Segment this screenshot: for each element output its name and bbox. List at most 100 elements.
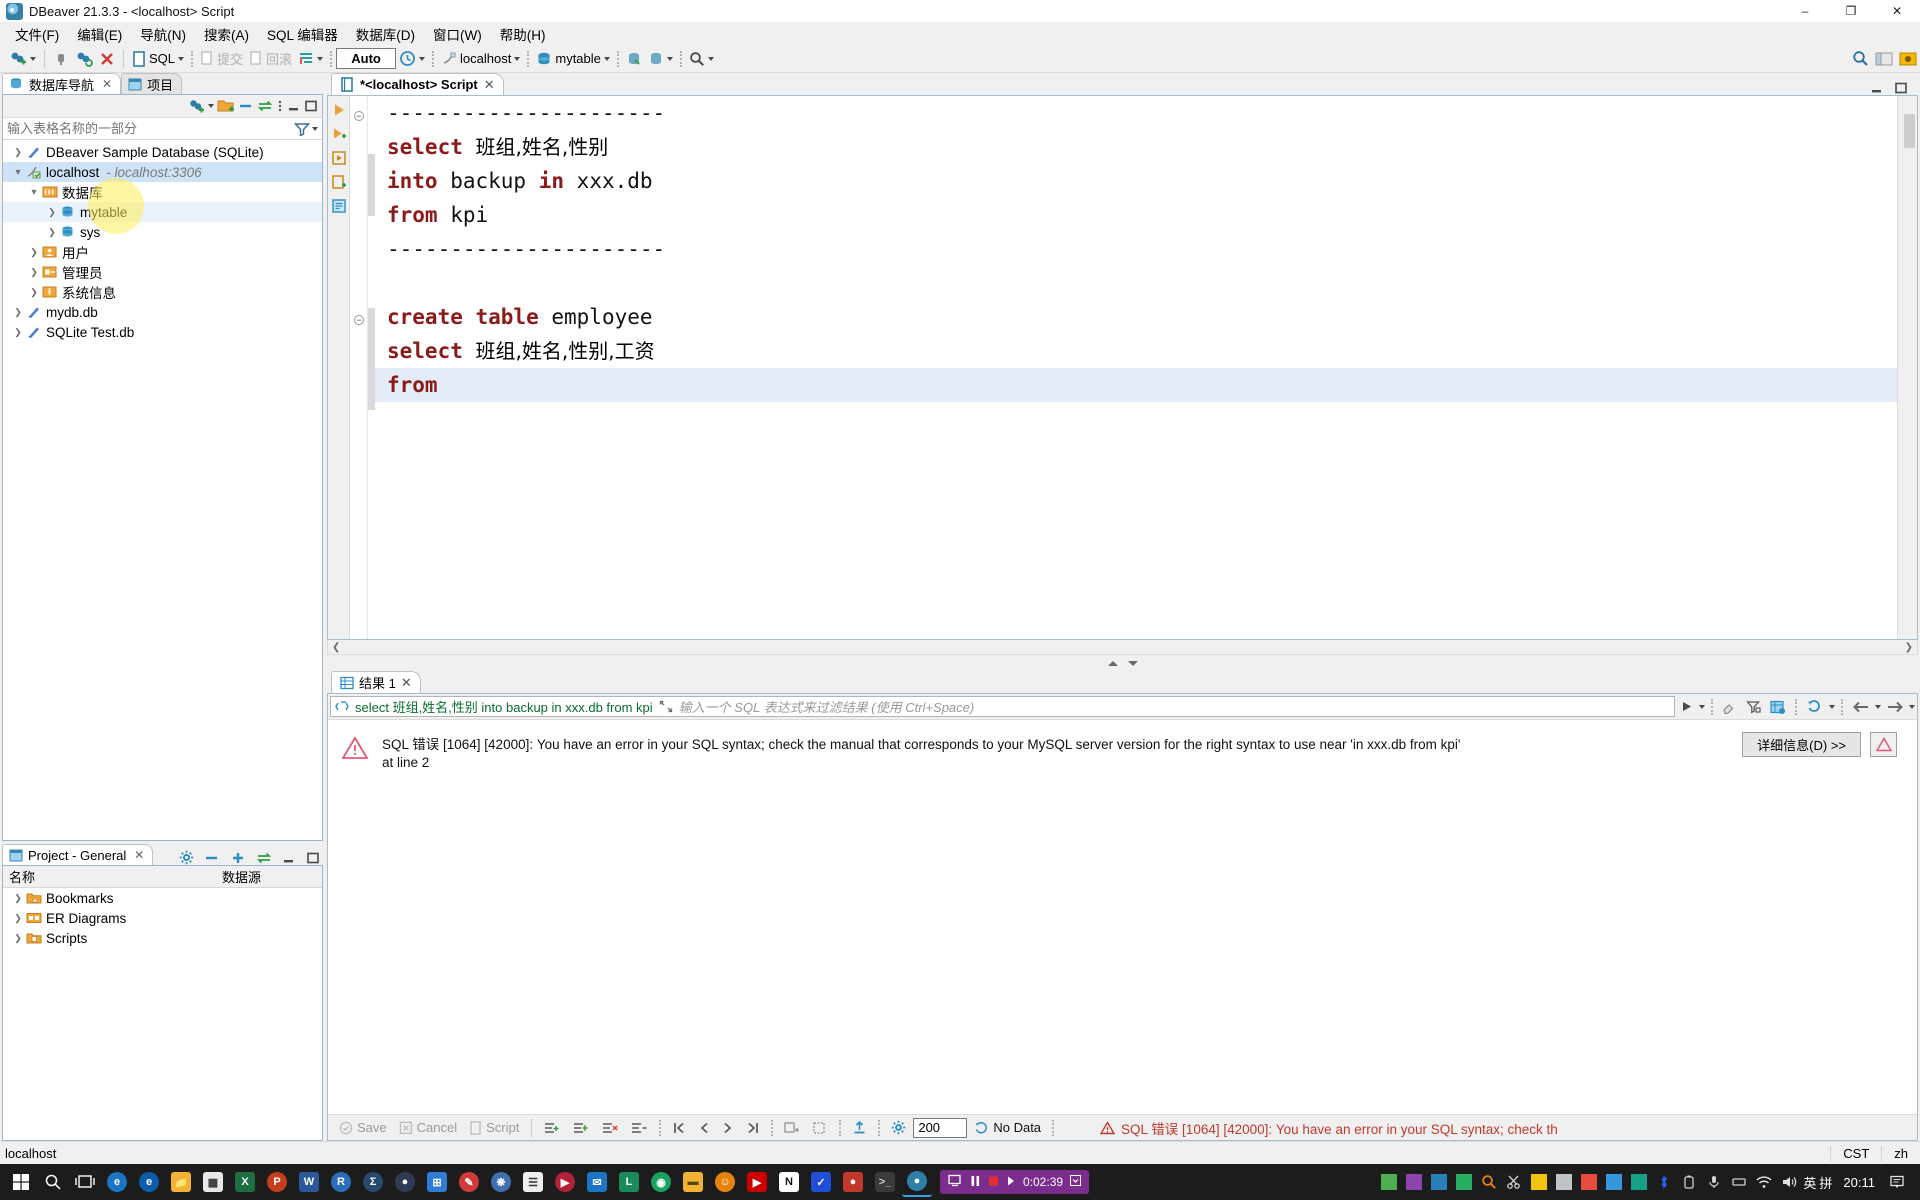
auto-commit-select[interactable]: Auto <box>336 48 397 69</box>
scrollbar-thumb[interactable] <box>1904 114 1915 148</box>
expand-arrow-icon[interactable] <box>11 147 25 158</box>
expand-arrow-icon[interactable] <box>27 267 41 278</box>
add-icon[interactable] <box>230 851 246 865</box>
notification-icon[interactable] <box>1886 1171 1908 1193</box>
back-arrow-icon[interactable] <box>1852 700 1870 714</box>
chevron-down-icon[interactable] <box>1829 704 1835 709</box>
chevron-down-icon[interactable] <box>1070 1175 1082 1189</box>
transaction-log-button[interactable] <box>396 47 428 71</box>
tree-item-sys[interactable]: sys <box>3 222 322 242</box>
tree-item-administrators[interactable]: 管理员 <box>3 262 322 282</box>
row-limit-input[interactable]: 200 <box>913 1117 968 1138</box>
execute-statement-icon[interactable] <box>331 102 347 118</box>
chevron-down-icon[interactable] <box>603 56 610 61</box>
sql-code-area[interactable]: ---------------------- select 班组,姓名,性别 i… <box>375 96 1897 639</box>
windows-start-icon[interactable] <box>6 1167 36 1197</box>
tree-item-databases[interactable]: 数据库 <box>3 182 322 202</box>
duplicate-row-button[interactable] <box>568 1121 595 1135</box>
link-with-editor-icon[interactable] <box>257 99 273 113</box>
menu-sql-editor[interactable]: SQL 编辑器 <box>258 22 347 46</box>
code-line[interactable] <box>375 266 1897 300</box>
wechat-dev-icon[interactable]: ● <box>838 1167 868 1197</box>
explain-plan-icon[interactable] <box>331 198 347 214</box>
tray-search-icon[interactable] <box>1478 1171 1500 1193</box>
stop-icon[interactable] <box>988 1175 999 1190</box>
code-line[interactable]: into backup in xxx.db <box>375 164 1897 198</box>
tree-item-mydb[interactable]: mydb.db <box>3 302 322 322</box>
tray-globe-icon[interactable] <box>1428 1171 1450 1193</box>
view-menu-icon[interactable] <box>276 98 284 114</box>
fold-marker-icon[interactable]: − <box>354 315 364 325</box>
chevron-down-icon[interactable] <box>30 56 36 61</box>
menu-file[interactable]: 文件(F) <box>6 22 68 46</box>
expand-arrow-icon[interactable] <box>11 893 25 904</box>
task-view-icon[interactable] <box>70 1167 100 1197</box>
dbeaver-taskbar-icon[interactable]: ● <box>902 1167 932 1197</box>
tray-bluetooth-icon[interactable] <box>1653 1171 1675 1193</box>
code-line[interactable]: create table employee <box>375 300 1897 334</box>
editor-vertical-scrollbar[interactable] <box>1902 96 1917 639</box>
results-settings-button[interactable] <box>886 1120 911 1135</box>
expand-arrow-icon[interactable] <box>27 287 41 298</box>
forward-arrow-icon[interactable] <box>1886 700 1904 714</box>
filter-sql-icon[interactable] <box>335 700 349 713</box>
excel-icon[interactable]: X <box>230 1167 260 1197</box>
disconnect-button[interactable] <box>50 47 72 71</box>
tree-item-system-info[interactable]: 系统信息 <box>3 282 322 302</box>
filter-input[interactable]: select 班组,姓名,性别 into backup in xxx.db fr… <box>330 696 1675 717</box>
menu-help[interactable]: 帮助(H) <box>491 22 555 46</box>
apply-filter-icon[interactable] <box>1680 700 1694 713</box>
close-button[interactable]: ✕ <box>1874 0 1920 23</box>
search-input[interactable] <box>3 120 290 137</box>
maximize-panel-icon[interactable] <box>306 851 320 865</box>
database-tree[interactable]: DBeaver Sample Database (SQLite) localho… <box>3 140 322 840</box>
filter-settings-icon[interactable] <box>1746 700 1762 714</box>
search-icon[interactable] <box>38 1167 68 1197</box>
chrome-icon[interactable]: ◉ <box>646 1167 676 1197</box>
chevron-down-icon[interactable] <box>1875 704 1881 709</box>
terminal-icon[interactable]: >_ <box>870 1167 900 1197</box>
notion-icon[interactable]: N <box>774 1167 804 1197</box>
open-perspective-button[interactable] <box>1872 47 1896 71</box>
fold-marker-icon[interactable]: − <box>354 111 364 121</box>
menu-edit[interactable]: 编辑(E) <box>68 22 131 46</box>
tray-green-icon[interactable] <box>1378 1171 1400 1193</box>
schema-select[interactable]: mytable <box>533 47 613 71</box>
chevron-down-icon[interactable] <box>1909 704 1915 709</box>
scroll-left-icon[interactable]: ❮ <box>332 642 340 653</box>
tray-usb-icon[interactable] <box>1728 1171 1750 1193</box>
tray-green2-icon[interactable] <box>1453 1171 1475 1193</box>
menu-database[interactable]: 数据库(D) <box>347 22 424 46</box>
notepad-icon[interactable]: ☰ <box>518 1167 548 1197</box>
expand-arrow-icon[interactable] <box>45 207 59 218</box>
tray-shield-icon[interactable] <box>1628 1171 1650 1193</box>
tab-projects[interactable]: 项目 <box>121 73 183 94</box>
menu-search[interactable]: 搜索(A) <box>195 22 258 46</box>
generate-sql-button[interactable] <box>623 47 645 71</box>
column-name-header[interactable]: 名称 <box>3 867 218 886</box>
pinwheel-icon[interactable]: ❋ <box>486 1167 516 1197</box>
export-results-button[interactable] <box>847 1120 872 1135</box>
file-explorer-icon[interactable]: 📁 <box>166 1167 196 1197</box>
expand-arrow-icon[interactable] <box>27 247 41 258</box>
youtube-icon[interactable]: ▶ <box>742 1167 772 1197</box>
location-app-icon[interactable]: ● <box>390 1167 420 1197</box>
expand-results-icon[interactable] <box>1127 660 1138 666</box>
maximize-editor-icon[interactable] <box>1894 81 1908 95</box>
edge-icon[interactable]: e <box>102 1167 132 1197</box>
details-button[interactable]: 详细信息(D) >> <box>1742 732 1861 757</box>
tray-purple-icon[interactable] <box>1403 1171 1425 1193</box>
expand-filter-icon[interactable] <box>659 700 673 713</box>
editor-folding-bar[interactable]: − − <box>350 96 368 639</box>
clear-filter-icon[interactable] <box>1722 700 1738 714</box>
minimize-panel-icon[interactable] <box>287 99 301 113</box>
minimize-editor-icon[interactable] <box>1870 81 1884 95</box>
ime-mode-indicator[interactable]: 拼 <box>1819 1173 1832 1192</box>
tree-item-dbeaver-sample[interactable]: DBeaver Sample Database (SQLite) <box>3 142 322 162</box>
tab-database-navigator[interactable]: 数据库导航 ✕ <box>2 73 122 94</box>
tab-result-1[interactable]: 结果 1 ✕ <box>331 671 421 693</box>
menu-navigate[interactable]: 导航(N) <box>131 22 195 46</box>
minimize-panel-icon[interactable] <box>282 851 296 865</box>
editor-horizontal-scrollbar[interactable]: ❮ ❯ <box>327 640 1918 655</box>
tree-item-sqlite-test[interactable]: SQLite Test.db <box>3 322 322 342</box>
